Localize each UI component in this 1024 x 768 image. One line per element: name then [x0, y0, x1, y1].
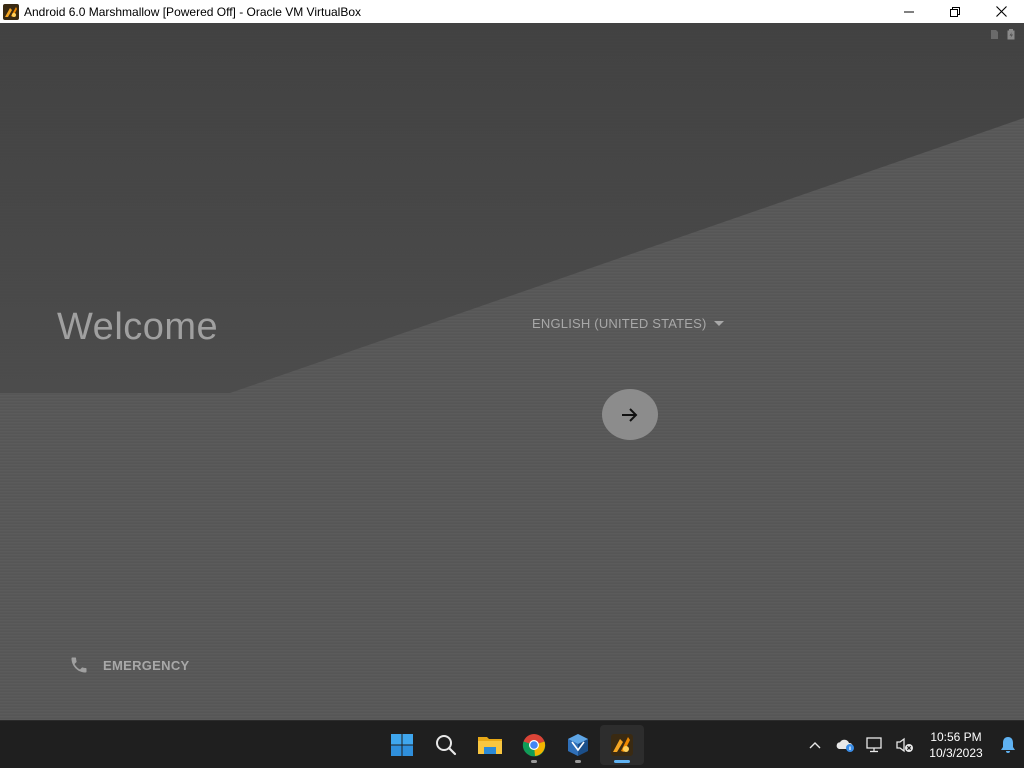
windows-start-icon: [391, 734, 413, 756]
search-icon: [436, 735, 457, 756]
language-label: ENGLISH (UNITED STATES): [532, 316, 707, 331]
volume-muted-icon: [896, 737, 913, 753]
running-indicator: [575, 760, 581, 763]
active-indicator: [614, 760, 630, 763]
virtualbox-vm-icon: [3, 3, 19, 20]
start-button[interactable]: [380, 725, 424, 765]
android-wallpaper: [0, 23, 1024, 720]
welcome-heading: Welcome: [57, 306, 219, 348]
virtualbox-vm-icon: [611, 734, 633, 756]
clock-time: 10:56 PM: [930, 730, 982, 744]
window-title: Android 6.0 Marshmallow [Powered Off] - …: [24, 4, 362, 19]
sim-icon: [990, 27, 999, 39]
emergency-label: EMERGENCY: [103, 657, 190, 673]
restore-button[interactable]: [932, 0, 978, 23]
folder-icon: [478, 737, 502, 754]
phone-icon: [71, 657, 87, 673]
chevron-up-icon: [809, 742, 821, 749]
virtualbox-button[interactable]: [556, 725, 600, 765]
clock[interactable]: 10:56 PM 10/3/2023: [924, 729, 988, 761]
close-icon: [995, 6, 1007, 17]
vm-window-button[interactable]: [600, 725, 644, 765]
close-button[interactable]: [978, 0, 1024, 23]
virtualbox-icon: [568, 734, 588, 756]
bell-icon: [1001, 737, 1015, 753]
language-selector[interactable]: ENGLISH (UNITED STATES): [532, 316, 724, 331]
chrome-button[interactable]: [512, 725, 556, 765]
restore-icon: [950, 6, 960, 17]
system-tray: 10:56 PM 10/3/2023: [800, 721, 1024, 768]
onedrive-tray-button[interactable]: [830, 725, 860, 765]
vm-display[interactable]: Welcome ENGLISH (UNITED STATES) EMERGENC…: [0, 23, 1024, 720]
running-indicator: [531, 760, 537, 763]
window-title-bar[interactable]: Android 6.0 Marshmallow [Powered Off] - …: [0, 0, 1024, 23]
file-explorer-button[interactable]: [468, 725, 512, 765]
chrome-icon: [522, 734, 546, 757]
network-icon: [866, 737, 882, 753]
clock-date: 10/3/2023: [929, 746, 983, 760]
next-button[interactable]: [602, 389, 658, 440]
windows-taskbar: 10:56 PM 10/3/2023: [0, 720, 1024, 768]
show-hidden-icons-button[interactable]: [800, 725, 830, 765]
arrow-right-icon: [622, 407, 638, 422]
dropdown-caret-icon: [713, 321, 724, 326]
android-status-bar: [990, 27, 1016, 40]
minimize-icon: [904, 11, 914, 12]
onedrive-icon: [836, 739, 854, 752]
battery-icon: [1007, 27, 1016, 40]
minimize-button[interactable]: [886, 0, 932, 23]
network-tray-button[interactable]: [860, 725, 890, 765]
notifications-button[interactable]: [992, 725, 1024, 765]
emergency-call-button[interactable]: EMERGENCY: [69, 655, 190, 675]
search-button[interactable]: [424, 725, 468, 765]
volume-tray-button[interactable]: [890, 725, 920, 765]
